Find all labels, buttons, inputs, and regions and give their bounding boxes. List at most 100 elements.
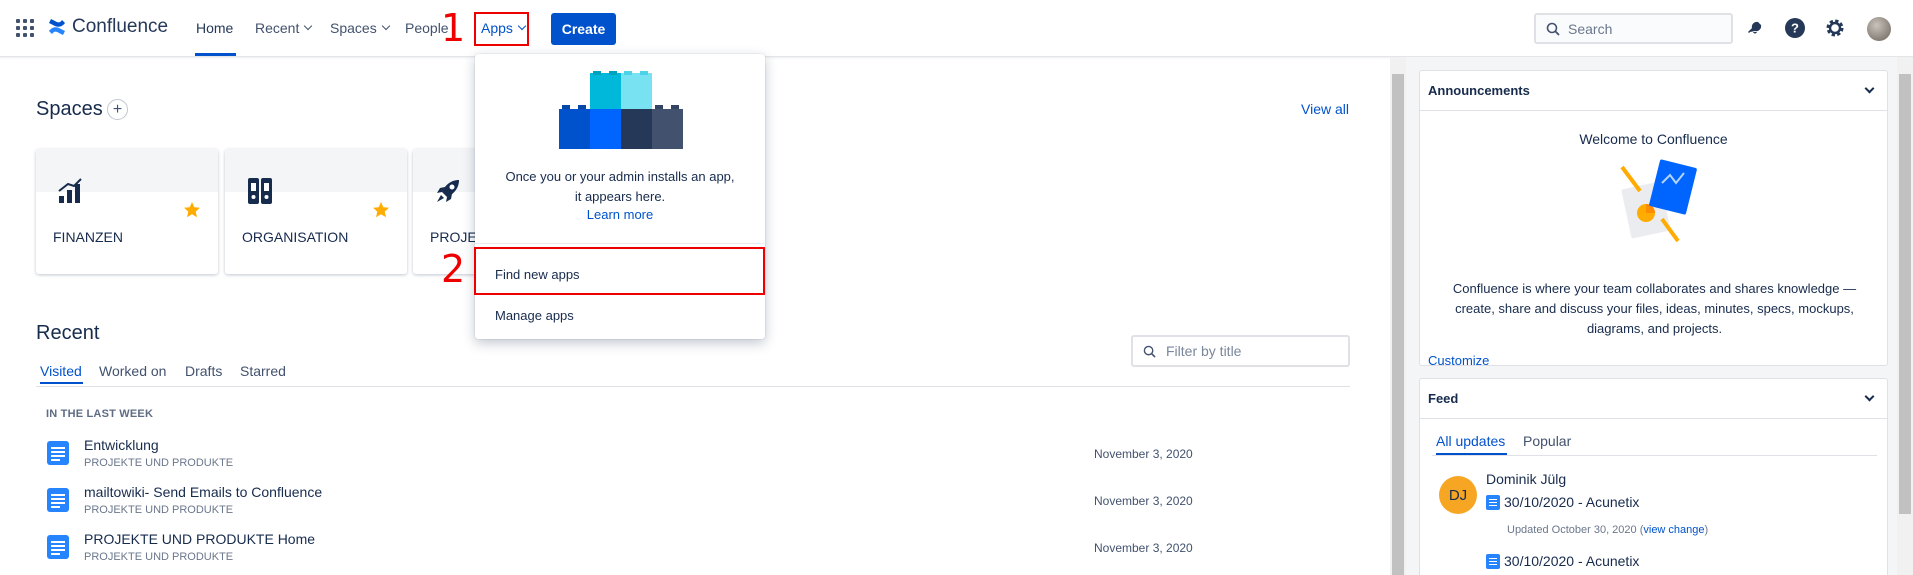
step-2-marker: 2 <box>441 247 466 291</box>
page-title[interactable]: mailtowiki- Send Emails to Confluence <box>84 484 322 500</box>
add-space-button[interactable]: + <box>107 99 128 120</box>
list-item[interactable]: PROJEKTE UND PRODUKTE Home PROJEKTE UND … <box>44 531 1194 571</box>
rocket-icon <box>437 180 459 202</box>
group-label: IN THE LAST WEEK <box>46 408 154 420</box>
logo-text: Confluence <box>72 16 169 37</box>
space-card[interactable]: ORGANISATION <box>225 149 407 274</box>
page-icon <box>1486 553 1500 569</box>
user-avatar[interactable] <box>1867 17 1891 41</box>
tab-starred[interactable]: Starred <box>240 363 286 379</box>
chevron-down-icon <box>381 21 390 31</box>
space-card-name: ORGANISATION <box>242 229 349 245</box>
announcements-title: Announcements <box>1428 83 1530 98</box>
sidebar-scrollbar-thumb[interactable] <box>1899 74 1911 514</box>
space-card-name: FINANZEN <box>53 229 123 245</box>
page-space: PROJEKTE UND PRODUKTE <box>84 551 234 563</box>
help-icon[interactable]: ? <box>1784 17 1806 39</box>
nav-spaces[interactable]: Spaces <box>330 20 390 36</box>
list-item[interactable]: Entwicklung PROJEKTE UND PRODUKTE Novemb… <box>44 437 1194 477</box>
chevron-down-icon[interactable] <box>1864 83 1875 94</box>
page-space: PROJEKTE UND PRODUKTE <box>84 504 234 516</box>
chevron-down-icon[interactable] <box>1864 391 1875 402</box>
view-all-spaces-link[interactable]: View all <box>1301 101 1349 117</box>
nav-active-indicator <box>195 53 236 56</box>
filter-placeholder: Filter by title <box>1166 343 1242 359</box>
tab-all-updates[interactable]: All updates <box>1436 433 1505 449</box>
search-icon <box>1143 345 1156 358</box>
no-apps-message-line2: it appears here. <box>574 189 666 204</box>
feed-page-title: 30/10/2020 - Acunetix <box>1504 494 1640 510</box>
nav-home-label: Home <box>196 20 234 36</box>
page-icon <box>47 488 69 512</box>
feed-panel: Feed All updates Popular DJ Dominik Jülg… <box>1419 378 1888 575</box>
no-apps-message-line1: Once you or your admin installs an app, <box>505 169 735 184</box>
feed-header[interactable]: Feed <box>1420 379 1887 419</box>
customize-link[interactable]: Customize <box>1428 353 1489 368</box>
documents-illustration-icon <box>1620 159 1697 243</box>
feed-title: Feed <box>1428 391 1459 406</box>
page-icon <box>47 441 69 465</box>
feed-page-link[interactable]: 30/10/2020 - Acunetix <box>1486 494 1639 510</box>
svg-text:?: ? <box>1791 21 1799 36</box>
step-1-marker: 1 <box>441 6 466 50</box>
page-date: November 3, 2020 <box>1094 447 1193 461</box>
welcome-title: Welcome to Confluence <box>1579 131 1728 147</box>
page-space: PROJEKTE UND PRODUKTE <box>84 457 234 469</box>
page-title[interactable]: Entwicklung <box>84 437 159 453</box>
tab-popular[interactable]: Popular <box>1523 433 1571 449</box>
page-date: November 3, 2020 <box>1094 541 1193 555</box>
tab-active-indicator <box>40 382 83 384</box>
view-change-link[interactable]: view change <box>1643 524 1704 536</box>
tab-drafts[interactable]: Drafts <box>185 363 222 379</box>
tab-worked-on[interactable]: Worked on <box>99 363 166 379</box>
tab-visited[interactable]: Visited <box>40 363 82 379</box>
feed-updated-close: ) <box>1704 524 1709 536</box>
spaces-heading: Spaces <box>36 98 103 120</box>
announcement-body: Confluence is where your team collaborat… <box>1452 281 1857 336</box>
learn-more-link[interactable]: Learn more <box>475 207 765 222</box>
apps-dropdown-menu: Once you or your admin installs an app, … <box>475 54 765 339</box>
announcements-header[interactable]: Announcements <box>1420 71 1887 111</box>
chevron-down-icon <box>304 21 313 31</box>
nav-recent-label: Recent <box>255 20 300 36</box>
building-blocks-illustration-icon <box>559 71 683 149</box>
page-title[interactable]: PROJEKTE UND PRODUKTE Home <box>84 531 315 547</box>
no-apps-message: Once you or your admin installs an app, … <box>475 167 765 207</box>
settings-gear-icon[interactable] <box>1824 17 1846 39</box>
feed-page-title: 30/10/2020 - Acunetix <box>1504 553 1640 569</box>
avatar[interactable]: DJ <box>1439 476 1477 514</box>
notifications-icon[interactable] <box>1744 17 1766 39</box>
page-icon <box>47 535 69 559</box>
tabs-divider <box>36 386 1350 387</box>
confluence-logo[interactable]: Confluence <box>48 16 168 38</box>
menu-item-manage-apps[interactable]: Manage apps <box>495 308 574 323</box>
search-input[interactable]: Search <box>1534 13 1733 44</box>
feed-user-name[interactable]: Dominik Jülg <box>1486 471 1566 487</box>
top-navigation: Confluence Home Recent Spaces People App… <box>0 0 1913 57</box>
filter-by-title-input[interactable]: Filter by title <box>1131 335 1350 367</box>
list-item[interactable]: mailtowiki- Send Emails to Confluence PR… <box>44 484 1194 524</box>
app-switcher-icon[interactable] <box>16 19 34 37</box>
feed-tabs-divider <box>1432 455 1877 456</box>
apps-highlight-box <box>474 12 529 46</box>
binders-icon <box>248 178 272 204</box>
star-icon[interactable] <box>372 201 390 219</box>
bar-chart-icon <box>58 178 82 203</box>
nav-recent[interactable]: Recent <box>255 20 313 36</box>
feed-updated-text: Updated October 30, 2020 ( <box>1507 524 1644 536</box>
search-icon <box>1546 22 1560 36</box>
recent-heading: Recent <box>36 322 100 344</box>
feed-page-link[interactable]: 30/10/2020 - Acunetix <box>1486 553 1639 569</box>
star-icon[interactable] <box>183 201 201 219</box>
main-scrollbar-thumb[interactable] <box>1392 74 1404 575</box>
create-button[interactable]: Create <box>551 13 616 45</box>
nav-home[interactable]: Home <box>196 20 233 36</box>
dropdown-divider <box>475 243 765 244</box>
page-date: November 3, 2020 <box>1094 494 1193 508</box>
space-card[interactable]: FINANZEN <box>36 149 218 274</box>
page-icon <box>1486 494 1500 510</box>
nav-spaces-label: Spaces <box>330 20 377 36</box>
confluence-logo-icon <box>49 19 65 35</box>
feed-updated-info: Updated October 30, 2020 (view change) <box>1507 524 1708 536</box>
announcements-panel: Announcements Welcome to Confluence Conf… <box>1419 70 1888 368</box>
